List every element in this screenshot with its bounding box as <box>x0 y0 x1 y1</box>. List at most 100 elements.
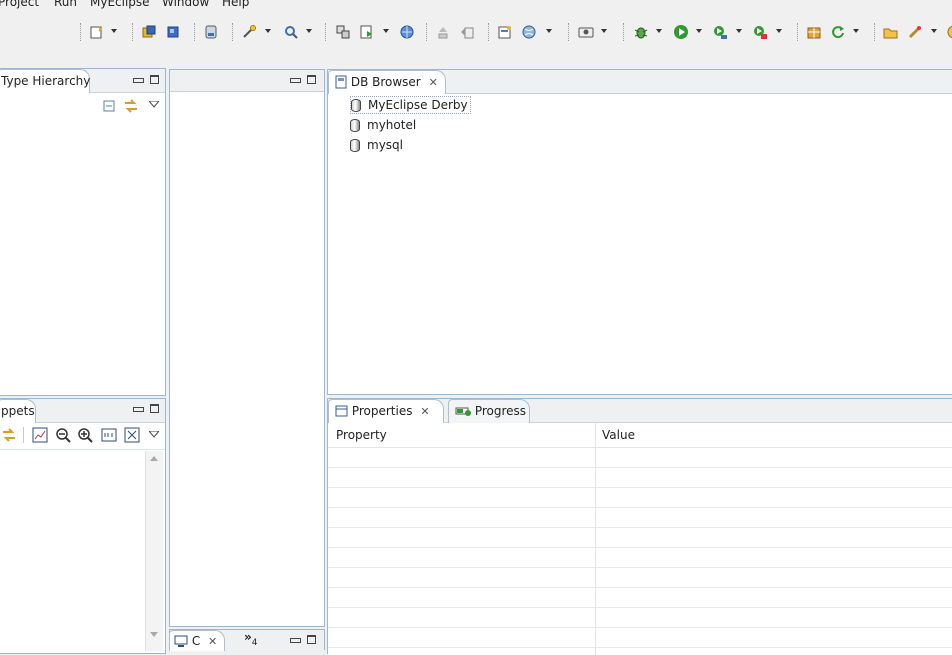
toolbar-separator <box>80 23 81 41</box>
new-wizard-dropdown-icon[interactable] <box>110 26 118 36</box>
tab-progress[interactable]: Progress <box>448 399 530 423</box>
tab-console[interactable]: C ✕ <box>169 630 225 651</box>
search-icon[interactable] <box>282 23 300 41</box>
db-browser-icon <box>335 75 347 89</box>
debug-bug-icon[interactable] <box>632 23 650 41</box>
toolbar-separator <box>623 23 624 41</box>
actual-size-icon[interactable] <box>101 427 117 446</box>
tree-item-myhotel[interactable]: myhotel <box>350 116 416 134</box>
zoom-in-icon[interactable] <box>77 427 93 446</box>
tab-snippets[interactable]: ppets <box>0 399 36 423</box>
maximize-icon[interactable] <box>150 404 159 413</box>
external-tools-dropdown-icon[interactable] <box>775 26 783 36</box>
profile-icon[interactable] <box>711 23 729 41</box>
toolbar-separator <box>797 23 798 41</box>
scroll-up-arrow-icon[interactable] <box>150 456 158 461</box>
properties-panel: Properties ✕ Progress Property Value <box>327 398 952 655</box>
external-tools-icon[interactable] <box>751 23 769 41</box>
wizard-dropdown-icon[interactable] <box>930 26 938 36</box>
back-icon[interactable] <box>434 23 452 41</box>
maximize-icon[interactable] <box>150 75 159 84</box>
column-header-value[interactable]: Value <box>602 428 635 442</box>
db-connection-tree: MyEclipse Derby myhotel mysql <box>328 94 952 394</box>
run-server-dropdown-icon[interactable] <box>382 26 390 36</box>
minimize-icon[interactable] <box>290 635 301 644</box>
minimize-icon[interactable] <box>133 75 144 84</box>
table-row <box>328 588 952 608</box>
debug-dropdown-icon[interactable] <box>655 26 663 36</box>
db-browser-tabstrip: DB Browser ✕ <box>328 70 952 94</box>
minimize-icon[interactable] <box>290 75 301 84</box>
fit-to-window-icon[interactable] <box>124 427 140 446</box>
toolbar-separator <box>874 23 875 41</box>
search-wand-icon[interactable] <box>240 23 258 41</box>
maximize-icon[interactable] <box>307 635 316 644</box>
tab-properties[interactable]: Properties ✕ <box>328 399 444 423</box>
toolbar-separator <box>568 23 569 41</box>
menu-run[interactable]: Run <box>54 0 77 9</box>
run-server-icon[interactable] <box>358 23 376 41</box>
zoom-out-icon[interactable] <box>55 427 71 446</box>
search-dropdown-icon[interactable] <box>264 26 272 36</box>
server-icon[interactable] <box>202 23 220 41</box>
maximize-icon[interactable] <box>307 75 316 84</box>
web-browser-dropdown-icon[interactable] <box>545 26 553 36</box>
console-icon <box>174 635 188 647</box>
profile-dropdown-icon[interactable] <box>735 26 743 36</box>
web-browser-icon[interactable] <box>520 23 538 41</box>
refresh-dropdown-icon[interactable] <box>852 26 860 36</box>
open-resource-icon[interactable] <box>164 23 182 41</box>
column-header-property[interactable]: Property <box>336 428 387 442</box>
snippets-panel: ppets <box>0 398 166 654</box>
tree-item-label: myhotel <box>367 118 417 132</box>
type-hierarchy-tabstrip: Type Hierarchy <box>0 69 165 93</box>
view-menu-icon[interactable] <box>147 428 161 442</box>
table-row <box>328 608 952 628</box>
middle-view-panel <box>169 69 325 627</box>
main-toolbar <box>0 12 952 52</box>
vertical-scrollbar[interactable] <box>145 451 163 651</box>
toolbar-overflow-icon[interactable] <box>945 23 952 41</box>
screen-capture-dropdown-icon[interactable] <box>600 26 608 36</box>
tab-type-hierarchy[interactable]: Type Hierarchy <box>0 69 90 93</box>
collapse-all-icon[interactable] <box>103 99 117 116</box>
browser-globe-icon[interactable] <box>398 23 416 41</box>
close-tab-icon[interactable]: ✕ <box>420 405 429 418</box>
package-icon[interactable] <box>805 23 823 41</box>
menu-project[interactable]: Project <box>0 0 39 9</box>
open-type-icon[interactable] <box>140 23 158 41</box>
close-tab-icon[interactable]: ✕ <box>208 635 217 648</box>
menu-myeclipse[interactable]: MyEclipse <box>90 0 150 9</box>
tab-db-browser[interactable]: DB Browser ✕ <box>328 70 446 94</box>
search-dropdown-icon[interactable] <box>305 26 313 36</box>
wizard-rocket-icon[interactable] <box>906 23 924 41</box>
menu-window[interactable]: Window <box>162 0 209 9</box>
run-icon[interactable] <box>672 23 690 41</box>
middle-view-tabstrip <box>170 70 324 92</box>
close-tab-icon[interactable]: ✕ <box>429 76 438 89</box>
view-menu-icon[interactable] <box>147 98 161 112</box>
deploy-icon[interactable] <box>334 23 352 41</box>
new-web-project-icon[interactable] <box>496 23 514 41</box>
run-dropdown-icon[interactable] <box>695 26 703 36</box>
link-with-editor-icon[interactable] <box>123 98 139 117</box>
screen-capture-icon[interactable] <box>577 23 595 41</box>
database-icon <box>350 138 360 152</box>
tree-item-mysql[interactable]: mysql <box>350 136 403 154</box>
refresh-icon[interactable] <box>829 23 847 41</box>
link-icon[interactable] <box>1 427 17 446</box>
menu-help[interactable]: Help <box>222 0 249 9</box>
minimize-icon[interactable] <box>133 404 144 413</box>
tab-console-label: C <box>191 634 201 648</box>
toolbar-separator <box>232 23 233 41</box>
forward-icon[interactable] <box>458 23 476 41</box>
table-header: Property Value <box>328 423 952 448</box>
new-wizard-icon[interactable] <box>88 23 106 41</box>
tab-overflow-button[interactable]: »4 <box>244 630 258 648</box>
chart-icon[interactable] <box>32 427 48 446</box>
scroll-down-arrow-icon[interactable] <box>150 632 158 637</box>
toolbar-separator <box>132 23 133 41</box>
console-tabstrip: C ✕ »4 <box>169 629 325 651</box>
tree-item-myeclipse-derby[interactable]: MyEclipse Derby <box>350 96 471 114</box>
open-folder-icon[interactable] <box>882 23 900 41</box>
